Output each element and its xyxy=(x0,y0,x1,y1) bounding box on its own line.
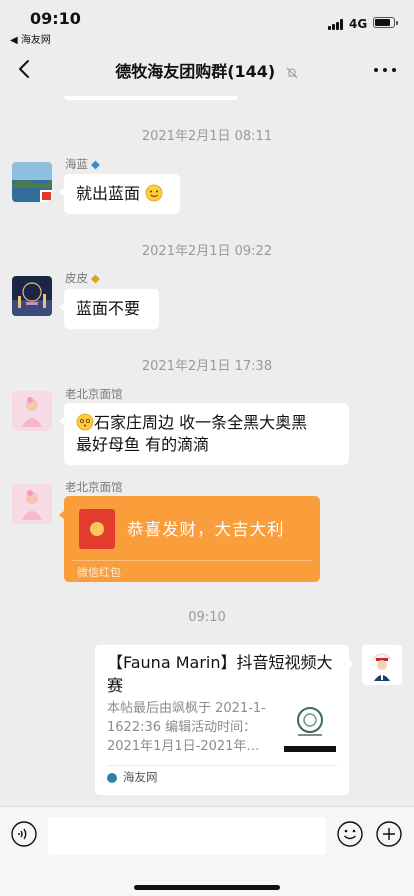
avatar[interactable] xyxy=(12,162,52,202)
timestamp: 09:10 xyxy=(188,610,226,625)
red-packet-label: 微信红包 xyxy=(77,566,121,579)
dazed-emoji-icon xyxy=(76,413,94,431)
message-text-line1: 石家庄周边 收一条全黑大奥黑 xyxy=(94,413,308,432)
previous-message-bubble xyxy=(64,96,238,100)
link-card-title: 【Fauna Marin】抖音短视频大赛 xyxy=(107,653,333,695)
message-text-line2: 最好母鱼 有的滴滴 xyxy=(76,435,210,454)
voice-icon[interactable] xyxy=(11,821,37,847)
home-indicator[interactable] xyxy=(134,885,280,890)
message-bubble[interactable]: 就出蓝面 xyxy=(59,174,180,214)
divider xyxy=(107,765,337,766)
red-packet-text: 恭喜发财，大吉大利 xyxy=(127,520,285,539)
link-card-description: 本帖最后由飒枫于 2021-1-1622:36 编辑活动时间：2021年1月1日… xyxy=(107,701,266,754)
avatar[interactable] xyxy=(12,391,52,431)
red-packet-message[interactable]: 恭喜发财，大吉大利 微信红包 xyxy=(59,496,320,582)
divider xyxy=(72,560,312,561)
sender-name: 老北京面馆 xyxy=(65,480,123,494)
plus-icon[interactable] xyxy=(376,821,402,847)
chat-header: 德牧海友团购群(144) xyxy=(0,44,414,96)
mute-bell-icon xyxy=(286,67,298,78)
avatar[interactable] xyxy=(12,484,52,524)
network-type: 4G xyxy=(349,17,368,31)
back-arrow-icon[interactable] xyxy=(14,58,36,80)
avatar[interactable] xyxy=(12,276,52,316)
message-text: 就出蓝面 xyxy=(76,184,141,203)
sender-name: 海蓝 ◆ xyxy=(65,157,100,171)
my-avatar[interactable] xyxy=(362,645,402,685)
smile-emoji-icon xyxy=(145,184,163,202)
signal-icon xyxy=(328,19,344,30)
link-card[interactable]: 【Fauna Marin】抖音短视频大赛 本帖最后由飒枫于 2021-1-162… xyxy=(95,645,354,795)
red-packet-icon xyxy=(79,509,115,549)
message-bubble[interactable]: 蓝面不要 xyxy=(59,289,159,329)
more-icon[interactable] xyxy=(374,66,396,74)
message-input[interactable] xyxy=(48,817,326,855)
status-time: 09:10 xyxy=(30,9,81,28)
emoji-icon[interactable] xyxy=(337,821,363,847)
timestamp: 2021年2月1日 17:38 xyxy=(141,359,273,374)
battery-icon xyxy=(373,17,398,28)
timestamp: 2021年2月1日 08:11 xyxy=(141,129,273,144)
timestamp: 2021年2月1日 09:22 xyxy=(141,244,273,259)
sender-name: 皮皮 ◆ xyxy=(65,271,100,285)
sender-name: 老北京面馆 xyxy=(65,387,123,401)
link-card-source: 海友网 xyxy=(123,770,158,784)
input-bar xyxy=(0,806,414,896)
member-count: (144) xyxy=(227,62,276,81)
message-bubble[interactable]: 石家庄周边 收一条全黑大奥黑 最好母鱼 有的滴滴 xyxy=(59,403,349,465)
status-bar: 09:10 ◀ 海友网 4G xyxy=(0,0,414,46)
chat-title: 德牧海友团购群(144) xyxy=(72,58,342,82)
message-list[interactable]: 2021年2月1日 08:11 海蓝 ◆ 就出蓝面 2021年2月1日 09:22 xyxy=(0,96,414,806)
source-site-icon xyxy=(107,773,117,783)
group-name: 德牧海友团购群 xyxy=(115,62,228,81)
link-card-thumbnail xyxy=(284,698,336,754)
message-text: 蓝面不要 xyxy=(76,299,141,318)
